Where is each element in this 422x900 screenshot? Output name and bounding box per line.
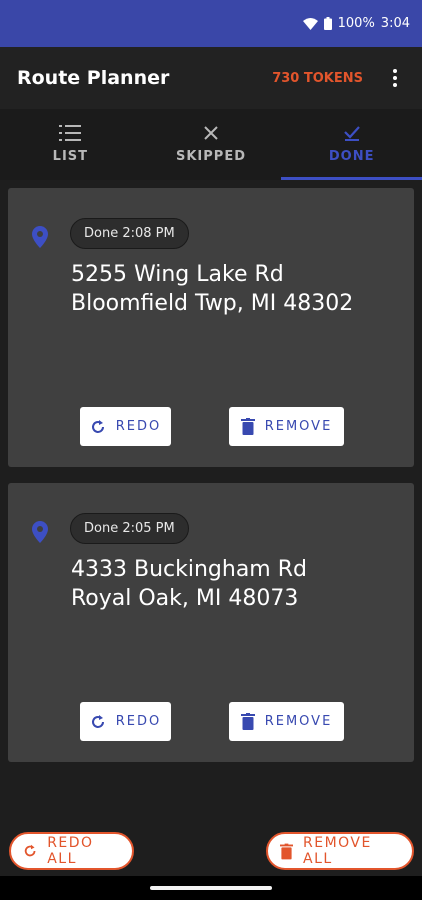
tab-skipped[interactable]: SKIPPED <box>141 109 282 180</box>
battery-level: 100% <box>337 16 375 31</box>
trash-icon <box>240 713 255 730</box>
redo-label: REDO <box>115 714 162 729</box>
remove-button[interactable]: REMOVE <box>229 702 344 741</box>
redo-icon <box>91 419 104 433</box>
remove-label: REMOVE <box>264 419 333 434</box>
status-badge: Done 2:05 PM <box>70 513 189 544</box>
stop-card: Done 2:05 PM 4333 Buckingham Rd Royal Oa… <box>8 483 414 762</box>
check-icon <box>343 126 360 141</box>
location-pin-icon <box>32 521 48 543</box>
address-line2: Bloomfield Twp, MI 48302 <box>71 291 354 316</box>
more-vert-icon[interactable] <box>385 66 405 90</box>
close-icon <box>204 126 218 140</box>
address-line2: Royal Oak, MI 48073 <box>71 586 299 611</box>
clock: 3:04 <box>380 16 410 31</box>
remove-all-button[interactable]: REMOVE ALL <box>266 832 414 870</box>
location-pin-icon <box>32 226 48 248</box>
remove-label: REMOVE <box>264 714 333 729</box>
trash-icon <box>240 418 255 435</box>
redo-icon <box>24 844 36 857</box>
home-handle[interactable] <box>150 886 272 890</box>
wifi-icon <box>302 17 318 30</box>
stop-card: Done 2:08 PM 5255 Wing Lake Rd Bloomfiel… <box>8 188 414 467</box>
stop-address: 5255 Wing Lake Rd Bloomfield Twp, MI 483… <box>71 260 353 318</box>
trash-icon <box>280 843 293 859</box>
app-title: Route Planner <box>17 67 170 89</box>
list-icon <box>59 125 82 141</box>
remove-button[interactable]: REMOVE <box>229 407 344 446</box>
tab-done[interactable]: DONE <box>281 109 422 180</box>
tab-bar: LIST SKIPPED DONE <box>0 109 422 180</box>
token-count[interactable]: 730 TOKENS <box>272 71 363 86</box>
redo-icon <box>91 714 104 728</box>
redo-all-label: REDO ALL <box>47 835 94 867</box>
redo-all-button[interactable]: REDO ALL <box>9 832 134 870</box>
redo-button[interactable]: REDO <box>80 407 171 446</box>
address-line1: 4333 Buckingham Rd <box>71 557 307 582</box>
tab-label: LIST <box>52 149 89 164</box>
tab-list[interactable]: LIST <box>0 109 141 180</box>
redo-label: REDO <box>115 419 162 434</box>
stop-address: 4333 Buckingham Rd Royal Oak, MI 48073 <box>71 555 307 613</box>
status-badge: Done 2:08 PM <box>70 218 189 249</box>
remove-all-label: REMOVE ALL <box>303 835 372 867</box>
navigation-bar <box>0 876 422 900</box>
address-line1: 5255 Wing Lake Rd <box>71 262 284 287</box>
battery-icon <box>323 17 332 30</box>
status-bar: 100% 3:04 <box>0 0 422 47</box>
tab-label: SKIPPED <box>176 149 247 164</box>
app-bar: Route Planner 730 TOKENS <box>0 47 422 109</box>
tab-label: DONE <box>328 149 375 164</box>
redo-button[interactable]: REDO <box>80 702 171 741</box>
